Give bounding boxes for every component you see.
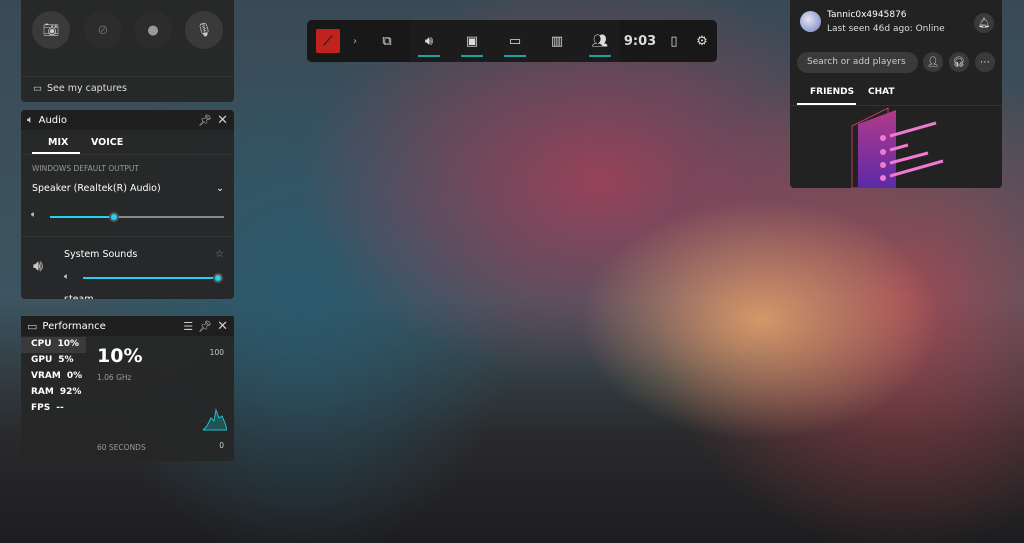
audio-widget: 🔈︎ Audio 📌︎ ✕ MIX VOICE WINDOWS DEFAULT … <box>21 110 234 299</box>
x-axis-label: 60 SECONDS <box>97 443 146 452</box>
clock: 9:03 <box>623 33 657 49</box>
metric-cpu[interactable]: CPU 10% <box>21 337 86 353</box>
avatar[interactable] <box>800 11 821 32</box>
metric-value: 0% <box>66 371 83 381</box>
username: Tannic0x4945876 <box>827 10 907 20</box>
metric-value: -- <box>56 403 64 413</box>
metric-value: 92% <box>59 387 82 397</box>
see-captures-link[interactable]: ▭ See my captures <box>33 83 127 94</box>
game-bar: ⟋ › ⧉ 🔊︎ ▣ ▭ ▥ 👥︎ 9:03 ▯ ⚙︎ <box>307 20 717 62</box>
metric-label: CPU <box>31 339 52 349</box>
xbox-social-widget: Tannic0x4945876 Last seen 46d ago: Onlin… <box>790 0 1002 188</box>
audio-icon[interactable]: 🔊︎ <box>414 20 444 62</box>
pin-icon[interactable]: 📌︎ <box>198 114 212 127</box>
search-players-input[interactable]: Search or add players <box>797 52 918 73</box>
capture-widget: 📷︎ ⊘ ● 🎙︎ ▭ See my captures <box>21 0 234 102</box>
widget-title: Audio <box>38 114 68 126</box>
widget-menu-icon[interactable]: ⧉ <box>372 20 402 62</box>
app-name: steam <box>64 294 94 299</box>
cpu-big-value: 10% <box>97 345 143 367</box>
start-recording-button[interactable]: ● <box>134 11 172 49</box>
party-chat-button[interactable]: 🎧︎ <box>949 52 969 72</box>
game-icon[interactable]: ⟋ <box>316 29 340 53</box>
star-icon[interactable]: ☆ <box>215 249 224 260</box>
metric-ram[interactable]: RAM 92% <box>21 385 86 401</box>
chevron-right-icon[interactable]: › <box>340 20 370 62</box>
system-sounds-icon: 🔊︎ <box>33 256 44 275</box>
cpu-graph <box>203 408 227 431</box>
divider <box>21 76 234 77</box>
chevron-down-icon: ⌄ <box>216 183 224 194</box>
presence-status: Last seen 46d ago: Online <box>827 24 945 34</box>
add-friend-button[interactable]: 👤︎ <box>923 52 943 72</box>
tab-mix[interactable]: MIX <box>48 137 68 148</box>
volume-icon: 🔈︎ <box>31 210 37 220</box>
close-icon[interactable]: ✕ <box>217 319 228 334</box>
performance-icon[interactable]: ▭ <box>500 20 530 62</box>
speaker-icon: 🔈︎ <box>27 113 34 126</box>
microphone-button[interactable]: 🎙︎ <box>185 11 223 49</box>
app-name: System Sounds <box>64 249 138 260</box>
cpu-frequency: 1.06 GHz <box>97 373 132 382</box>
gear-icon[interactable]: ⚙︎ <box>687 20 717 62</box>
device-name: Speaker (Realtek(R) Audio) <box>32 183 161 194</box>
performance-widget: ▭ Performance ☰ 📌︎ ✕ CPU 10% GPU 5% VRAM 0% RA… <box>21 316 234 461</box>
xbox-social-icon[interactable]: 👥︎ <box>585 20 615 62</box>
more-options-button[interactable]: ⋯ <box>975 52 995 72</box>
capture-icon[interactable]: ▣ <box>457 20 487 62</box>
mouse-icon[interactable]: ▯ <box>659 20 689 62</box>
output-device-dropdown[interactable]: Speaker (Realtek(R) Audio) ⌄ <box>32 183 224 194</box>
metric-fps[interactable]: FPS -- <box>21 401 86 417</box>
system-sounds-volume-slider[interactable] <box>83 273 223 283</box>
pin-icon[interactable]: 📌︎ <box>198 320 212 333</box>
gallery-icon: ▭ <box>33 83 42 94</box>
metric-gpu[interactable]: GPU 5% <box>21 353 86 369</box>
metric-vram[interactable]: VRAM 0% <box>21 369 86 385</box>
performance-header: ▭ Performance ☰ 📌︎ ✕ <box>21 316 234 336</box>
volume-icon: 🔈︎ <box>64 272 70 282</box>
close-icon[interactable]: ✕ <box>217 113 228 128</box>
metric-label: GPU <box>31 355 53 365</box>
widget-title: Performance <box>42 320 106 332</box>
tab-voice[interactable]: VOICE <box>91 137 123 148</box>
settings-sliders-icon[interactable]: ☰ <box>183 320 193 333</box>
y-min-label: 0 <box>219 441 224 450</box>
tab-friends[interactable]: FRIENDS <box>810 87 854 97</box>
metric-value: 10% <box>57 339 80 349</box>
record-last-30-button[interactable]: ⊘ <box>84 11 122 49</box>
metric-value: 5% <box>58 355 74 365</box>
section-label: WINDOWS DEFAULT OUTPUT <box>32 164 139 173</box>
metric-label: VRAM <box>31 371 61 381</box>
metric-label: RAM <box>31 387 54 397</box>
audio-header: 🔈︎ Audio 📌︎ ✕ <box>21 110 234 130</box>
tab-chat[interactable]: CHAT <box>868 87 895 97</box>
metric-label: FPS <box>31 403 51 413</box>
monitor-icon: ▭ <box>27 319 38 333</box>
empty-friends-illustration <box>851 107 944 188</box>
resources-icon[interactable]: ▥ <box>542 20 572 62</box>
y-max-label: 100 <box>209 348 224 357</box>
master-volume-slider[interactable] <box>50 212 224 222</box>
screenshot-button[interactable]: 📷︎ <box>32 11 70 49</box>
notifications-button[interactable]: 🔔︎ <box>974 13 994 33</box>
